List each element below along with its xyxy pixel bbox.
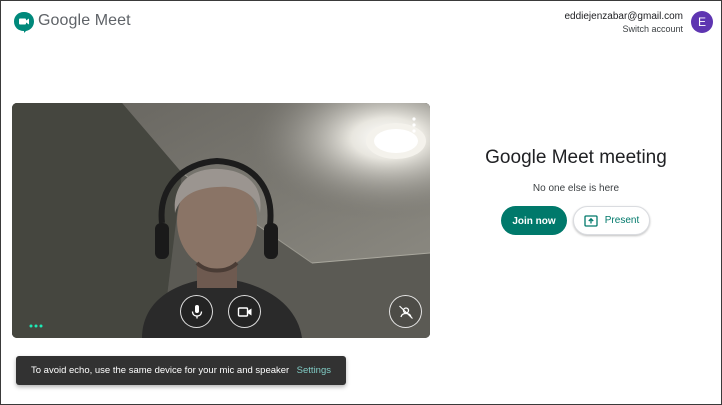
meeting-status: No one else is here xyxy=(532,183,620,194)
camera-feed-image xyxy=(12,103,430,338)
google-meet-logo-icon[interactable] xyxy=(13,11,35,33)
account-email: eddiejenzabar@gmail.com xyxy=(564,11,683,22)
microphone-toggle-button[interactable] xyxy=(180,295,213,328)
present-button[interactable]: Present xyxy=(573,206,650,235)
avatar[interactable]: E xyxy=(691,11,713,33)
switch-account-link[interactable]: Switch account xyxy=(564,23,683,35)
echo-warning-toast: To avoid echo, use the same device for y… xyxy=(16,356,346,385)
present-screen-icon xyxy=(584,214,598,227)
account-info: eddiejenzabar@gmail.com Switch account xyxy=(564,11,683,35)
mic-icon xyxy=(191,304,202,318)
camera-preview xyxy=(12,103,430,338)
brand-name: Google Meet xyxy=(38,12,131,29)
join-actions: Join now Present xyxy=(501,206,661,236)
present-button-label: Present xyxy=(604,215,640,226)
visual-effects-icon xyxy=(398,305,413,319)
meeting-info-panel: Google Meet meeting No one else is here xyxy=(461,147,691,194)
toast-settings-button[interactable]: Settings xyxy=(297,365,331,376)
visual-effects-button[interactable] xyxy=(389,295,422,328)
meeting-title: Google Meet meeting xyxy=(485,147,667,168)
header: Google Meet eddiejenzabar@gmail.com Swit… xyxy=(1,1,721,45)
more-options-icon[interactable] xyxy=(412,117,416,133)
audio-level-indicator-icon xyxy=(29,324,43,328)
toast-message: To avoid echo, use the same device for y… xyxy=(31,365,290,376)
camera-icon xyxy=(237,306,251,317)
camera-toggle-button[interactable] xyxy=(228,295,261,328)
join-now-button[interactable]: Join now xyxy=(501,206,567,235)
